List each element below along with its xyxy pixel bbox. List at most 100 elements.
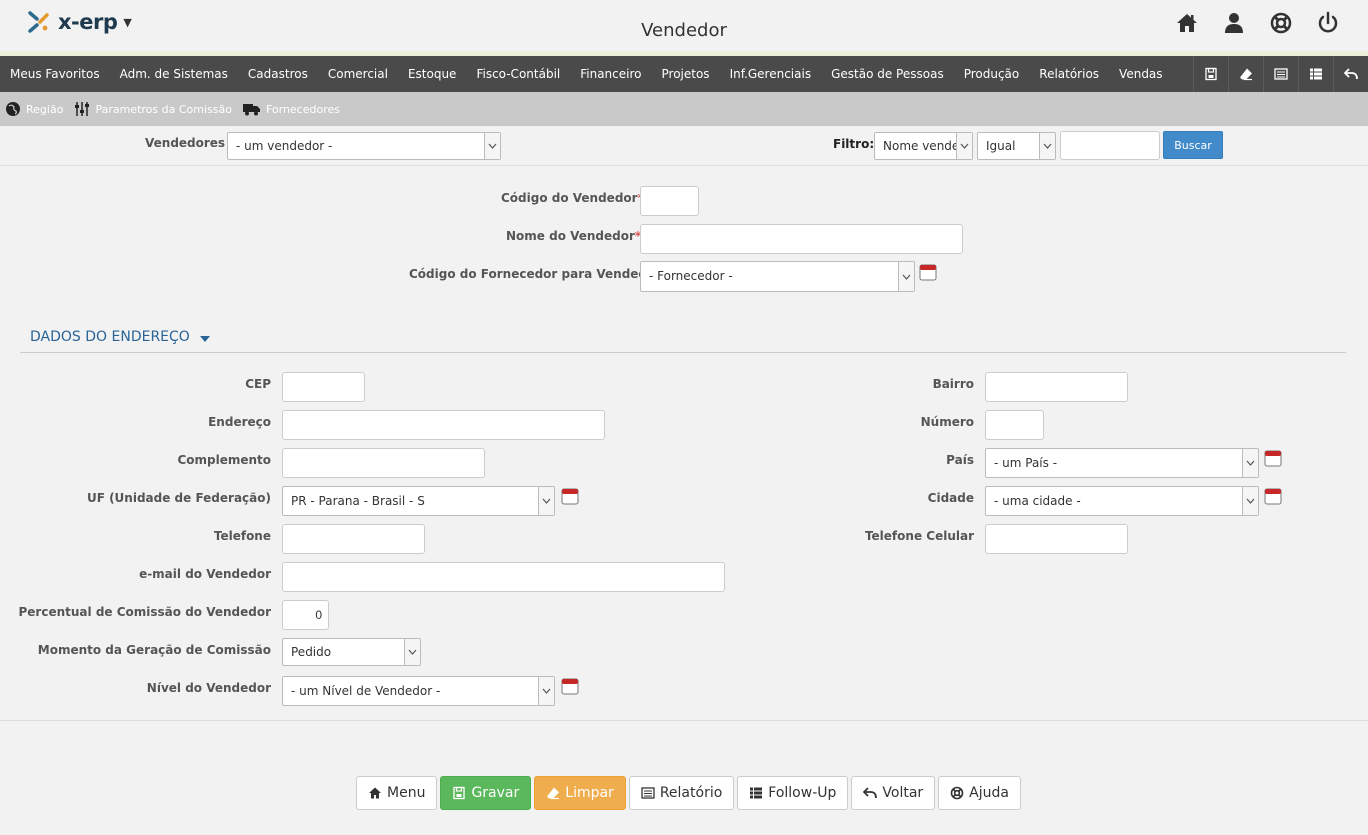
nome-vendedor-input[interactable] bbox=[640, 224, 963, 254]
back-icon bbox=[863, 787, 878, 799]
lifebuoy-icon bbox=[950, 786, 964, 800]
telefone-celular-label: Telefone Celular bbox=[864, 529, 974, 543]
menu-item-relatorios[interactable]: Relatórios bbox=[1029, 56, 1109, 92]
menu-item-financeiro[interactable]: Financeiro bbox=[570, 56, 651, 92]
codigo-vendedor-input[interactable] bbox=[640, 186, 699, 216]
calendar-icon[interactable] bbox=[1264, 487, 1282, 505]
pais-select-value: - um País - bbox=[994, 456, 1058, 470]
filter-operator-select[interactable]: Igual bbox=[977, 132, 1056, 160]
codigo-fornecedor-label: Código do Fornecedor para Vendedor bbox=[409, 267, 662, 281]
gravar-button[interactable]: Gravar bbox=[440, 776, 532, 810]
voltar-button-label: Voltar bbox=[882, 785, 924, 801]
save-icon bbox=[1205, 67, 1217, 81]
filter-field-value: Nome vende bbox=[883, 139, 960, 153]
uf-select[interactable]: PR - Parana - Brasil - S bbox=[282, 486, 555, 516]
comissao-input[interactable] bbox=[282, 600, 329, 630]
sub-toolbar: Região Parametros da Comissão Fornecedor… bbox=[0, 92, 1368, 126]
eraser-icon bbox=[1240, 68, 1252, 81]
main-menubar: Meus Favoritos Adm. de Sistemas Cadastro… bbox=[0, 56, 1368, 92]
menu-item-projetos[interactable]: Projetos bbox=[652, 56, 720, 92]
user-icon[interactable] bbox=[1222, 11, 1246, 35]
menu-button[interactable]: Menu bbox=[356, 776, 438, 810]
cep-label: CEP bbox=[245, 377, 271, 391]
nivel-vendedor-select[interactable]: - um Nível de Vendedor - bbox=[282, 676, 555, 706]
menu-item-cadastros[interactable]: Cadastros bbox=[238, 56, 318, 92]
subbar-item-fornecedores[interactable]: Fornecedores bbox=[242, 102, 340, 116]
follow-up-button[interactable]: Follow-Up bbox=[737, 776, 849, 810]
calendar-icon[interactable] bbox=[561, 677, 579, 695]
subbar-item-label: Parametros da Comissão bbox=[95, 102, 232, 116]
relatorio-button[interactable]: Relatório bbox=[628, 776, 735, 810]
bairro-input[interactable] bbox=[985, 372, 1128, 402]
lifebuoy-icon[interactable] bbox=[1269, 11, 1293, 35]
home-icon[interactable] bbox=[1175, 11, 1199, 35]
vendedores-select-value: - um vendedor - bbox=[236, 139, 333, 153]
list-icon bbox=[1310, 68, 1322, 80]
ajuda-button-label: Ajuda bbox=[969, 785, 1009, 801]
complemento-label: Complemento bbox=[177, 453, 271, 467]
cidade-label: Cidade bbox=[927, 491, 974, 505]
chevron-down-icon bbox=[956, 133, 972, 159]
toolbar-back-button[interactable] bbox=[1333, 56, 1368, 92]
fornecedor-select[interactable]: - Fornecedor - bbox=[640, 261, 915, 292]
uf-select-value: PR - Parana - Brasil - S bbox=[291, 494, 425, 508]
ajuda-button[interactable]: Ajuda bbox=[938, 776, 1021, 810]
limpar-button[interactable]: Limpar bbox=[534, 776, 626, 810]
menu-item-gestao-pessoas[interactable]: Gestão de Pessoas bbox=[821, 56, 954, 92]
eraser-icon bbox=[547, 787, 560, 800]
subbar-item-parametros-comissao[interactable]: Parametros da Comissão bbox=[74, 101, 232, 117]
filter-operator-value: Igual bbox=[986, 139, 1016, 153]
chevron-down-icon bbox=[1242, 449, 1258, 477]
pais-select[interactable]: - um País - bbox=[985, 448, 1259, 478]
footer-actions: Menu Gravar Limpar Relatório Follow-Up V… bbox=[356, 776, 1021, 810]
toolbar-clear-button[interactable] bbox=[1228, 56, 1263, 92]
toolbar-list-button[interactable] bbox=[1298, 56, 1333, 92]
subbar-item-label: Fornecedores bbox=[265, 102, 340, 116]
dados-endereco-section-toggle[interactable]: DADOS DO ENDEREÇO bbox=[30, 329, 210, 345]
email-input[interactable] bbox=[282, 562, 725, 592]
sliders-icon bbox=[75, 102, 90, 116]
cep-input[interactable] bbox=[282, 372, 365, 402]
menu-item-adm-sistemas[interactable]: Adm. de Sistemas bbox=[110, 56, 238, 92]
form-bottom-divider bbox=[0, 720, 1368, 721]
complemento-input[interactable] bbox=[282, 448, 485, 478]
limpar-button-label: Limpar bbox=[565, 785, 614, 801]
gravar-button-label: Gravar bbox=[471, 785, 520, 801]
telefone-input[interactable] bbox=[282, 524, 425, 554]
calendar-icon[interactable] bbox=[919, 263, 937, 281]
menu-item-producao[interactable]: Produção bbox=[954, 56, 1030, 92]
voltar-button[interactable]: Voltar bbox=[851, 776, 936, 810]
buscar-button[interactable]: Buscar bbox=[1163, 131, 1223, 159]
power-icon[interactable] bbox=[1316, 11, 1340, 35]
chevron-down-icon bbox=[538, 677, 554, 705]
menu-item-estoque[interactable]: Estoque bbox=[398, 56, 467, 92]
subbar-item-regiao[interactable]: Região bbox=[5, 101, 63, 117]
calendar-icon[interactable] bbox=[561, 487, 579, 505]
vendedores-select[interactable]: - um vendedor - bbox=[227, 132, 501, 160]
filtro-label: Filtro: bbox=[833, 137, 875, 151]
menu-item-vendas[interactable]: Vendas bbox=[1109, 56, 1173, 92]
numero-input[interactable] bbox=[985, 410, 1044, 440]
pais-label: País bbox=[946, 453, 974, 467]
section-divider bbox=[20, 352, 1346, 353]
nivel-vendedor-value: - um Nível de Vendedor - bbox=[291, 684, 441, 698]
menu-item-inf-gerenciais[interactable]: Inf.Gerenciais bbox=[720, 56, 822, 92]
globe-icon bbox=[6, 102, 20, 116]
fornecedor-select-value: - Fornecedor - bbox=[649, 269, 733, 283]
menu-item-meus-favoritos[interactable]: Meus Favoritos bbox=[0, 56, 110, 92]
toolbar-save-button[interactable] bbox=[1193, 56, 1228, 92]
endereco-input[interactable] bbox=[282, 410, 605, 440]
uf-label: UF (Unidade de Federação) bbox=[86, 491, 271, 505]
menu-item-comercial[interactable]: Comercial bbox=[318, 56, 398, 92]
cidade-select[interactable]: - uma cidade - bbox=[985, 486, 1259, 516]
calendar-icon[interactable] bbox=[1264, 449, 1282, 467]
chevron-down-icon bbox=[538, 487, 554, 515]
home-icon bbox=[369, 787, 381, 799]
menu-item-fisco-contabil[interactable]: Fisco-Contábil bbox=[466, 56, 570, 92]
filter-value-input[interactable] bbox=[1060, 131, 1160, 160]
telefone-celular-input[interactable] bbox=[985, 524, 1128, 554]
filter-field-select[interactable]: Nome vende bbox=[874, 132, 973, 160]
search-bar: Vendedores - um vendedor - Filtro: Nome … bbox=[0, 126, 1368, 166]
toolbar-report-button[interactable] bbox=[1263, 56, 1298, 92]
momento-comissao-select[interactable]: Pedido bbox=[282, 638, 421, 666]
